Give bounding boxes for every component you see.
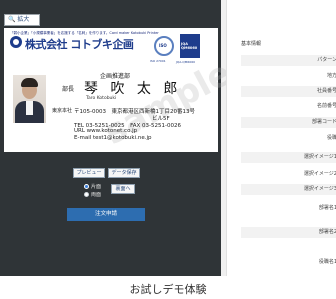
form-row-label: 社員番号	[316, 88, 336, 94]
form-row-label: 地方	[326, 73, 336, 79]
order-request-button[interactable]: 注文申請	[67, 208, 145, 221]
form-row[interactable]: 部署コード	[241, 117, 336, 128]
form-row[interactable]: 社員番号	[241, 86, 336, 97]
zoom-button[interactable]: 🔍 拡大	[4, 14, 40, 26]
radio-both[interactable]	[84, 192, 89, 197]
form-row-label: 役職名1	[318, 259, 336, 265]
form-row[interactable]: 選択イメージ3	[241, 184, 336, 195]
side-both-option[interactable]: 両面	[84, 191, 101, 198]
card-name-roman: Taro Kotobuki	[86, 96, 117, 101]
cert1-text: ISO	[159, 43, 167, 48]
cert1-caption: ISO 27001	[150, 59, 166, 63]
form-panel: 基本情報 パターン地方社員番号名前番号部署コード役職選択イメージ1 選択イメージ2…	[226, 0, 336, 276]
form-row-label: 部署名2	[318, 229, 336, 235]
card-editor-panel: 🔍 拡大 「弱小企業」「小規模事業者」を応援する「名刺」を作ります。Card m…	[0, 0, 238, 276]
card-email: E-mail test1@kotobuki.ne.jp	[74, 135, 152, 141]
company-name: 株式会社 コトブキ企画	[25, 38, 134, 51]
form-row[interactable]: パターン	[241, 55, 336, 66]
iso-certification-icon: ISO	[154, 36, 174, 56]
form-row-label: 選択イメージ3	[303, 186, 336, 192]
card-position: 部長	[62, 86, 75, 93]
back-side-button[interactable]: 裏面へ	[111, 184, 135, 194]
radio-front[interactable]	[84, 184, 89, 189]
preview-button[interactable]: プレビュー	[73, 168, 105, 178]
form-row[interactable]: 役職名1	[241, 257, 336, 268]
portrait-photo	[13, 75, 46, 123]
demo-screenshot: 🔍 拡大 「弱小企業」「小規模事業者」を応援する「名刺」を作ります。Card m…	[0, 0, 336, 276]
form-row[interactable]: 地方	[241, 71, 336, 82]
cert2-text: JQA QM6060	[181, 42, 198, 50]
form-row-label: 部署コード	[311, 119, 336, 125]
form-row[interactable]: 選択イメージ1	[241, 152, 336, 163]
card-name: 琴 吹 太 郎	[84, 81, 182, 97]
form-section-title: 基本情報	[241, 41, 262, 47]
form-row-label: 名前番号	[316, 103, 336, 109]
form-row[interactable]: 部署名2	[241, 227, 336, 238]
form-row-label: 部署名1	[318, 205, 336, 211]
form-row-label: パターン	[317, 57, 336, 63]
form-row-label: 選択イメージ1	[303, 154, 336, 160]
business-card-preview: 「弱小企業」「小規模事業者」を応援する「名刺」を作ります。Card maker …	[4, 28, 238, 153]
company-logo-icon	[10, 36, 22, 48]
form-row[interactable]: 役職	[241, 133, 336, 144]
side-front-label: 片面	[91, 184, 102, 190]
zoom-label: 拡大	[17, 16, 30, 23]
jqa-certification-icon: JQA QM6060	[180, 34, 200, 58]
side-front-option[interactable]: 片面	[84, 183, 101, 190]
form-row[interactable]: 名前番号	[241, 101, 336, 112]
form-row[interactable]: 部署名1	[241, 203, 336, 214]
card-address-1: 〒105-0003 東京都港区西新橋1丁目20番13号	[74, 109, 195, 115]
card-office-label: 東京本社	[52, 108, 73, 114]
card-url: URL www.kotonet.co.jp	[74, 128, 138, 134]
form-row-label: 選択イメージ2	[303, 171, 336, 177]
demo-caption: お試しデモ体験	[129, 283, 207, 296]
cert2-caption: JQA-QM6060	[176, 60, 196, 64]
form-row-label: 役職	[326, 135, 336, 141]
side-both-label: 両面	[91, 192, 102, 198]
save-data-button[interactable]: データ保存	[108, 168, 140, 178]
form-row[interactable]: 選択イメージ2	[241, 169, 336, 180]
